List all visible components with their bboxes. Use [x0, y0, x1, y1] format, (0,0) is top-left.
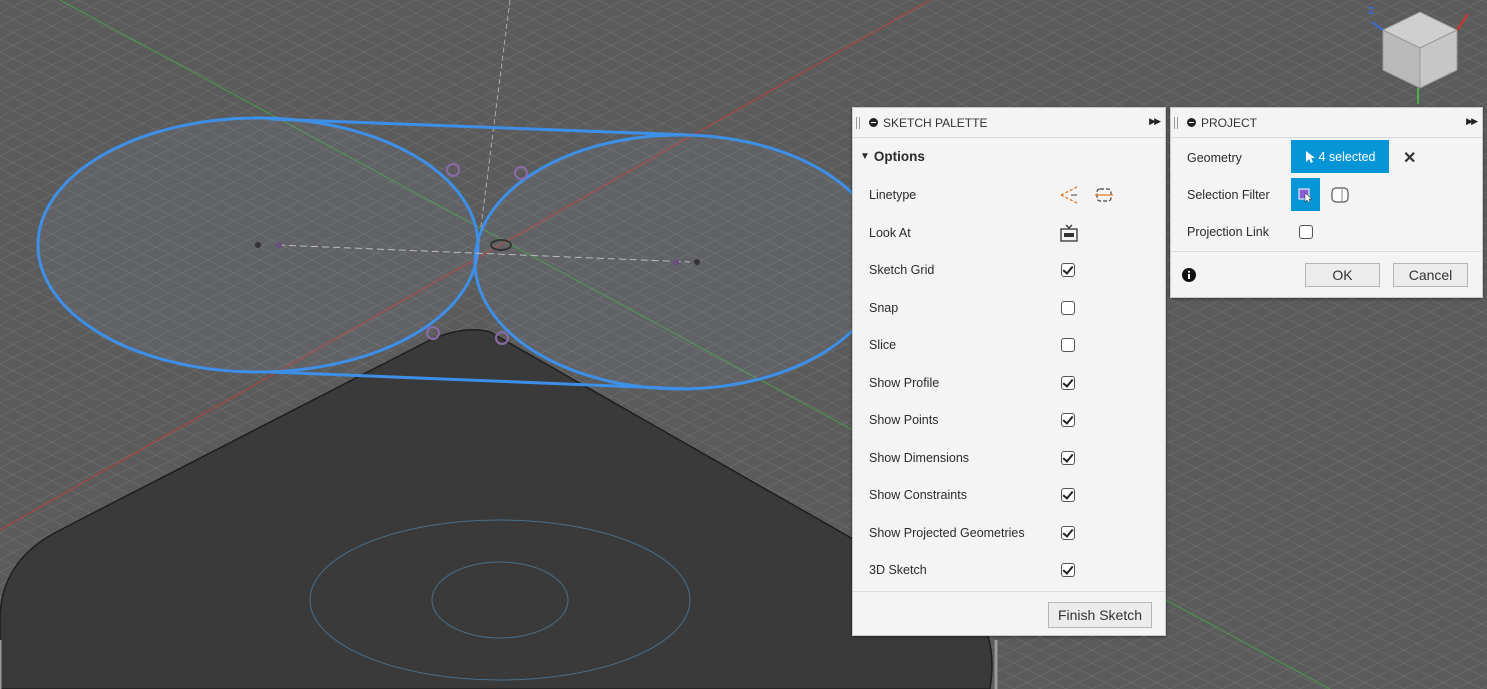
expand-panel-icon[interactable]: ▶▶ — [1149, 116, 1161, 127]
divider — [853, 591, 1165, 592]
selection-filter-label: Selection Filter — [1187, 188, 1270, 202]
sketch-palette-title: SKETCH PALETTE — [883, 115, 988, 130]
project-dialog: PROJECT ▶▶ Geometry 4 selected ✕ Selecti… — [1170, 107, 1483, 298]
triangle-down-icon: ▼ — [860, 150, 870, 162]
filter-body-icon[interactable] — [1291, 178, 1320, 211]
divider — [1171, 251, 1482, 252]
option-slice-label: Slice — [869, 338, 897, 352]
show-constraints-checkbox[interactable] — [1061, 488, 1075, 502]
option-3d-sketch-label: 3D Sketch — [869, 563, 927, 577]
show-profile-checkbox[interactable] — [1061, 376, 1075, 390]
grip-handle-icon[interactable] — [856, 116, 860, 129]
projection-link-checkbox[interactable] — [1299, 225, 1313, 239]
look-at-icon[interactable] — [1060, 223, 1078, 243]
option-look-at-label: Look At — [869, 226, 911, 240]
project-dialog-header[interactable]: PROJECT ▶▶ — [1171, 108, 1482, 138]
option-show-dimensions-label: Show Dimensions — [869, 451, 970, 465]
options-section-header[interactable]: ▼ Options — [853, 138, 1165, 174]
projection-link-label: Projection Link — [1187, 225, 1269, 239]
finish-sketch-button[interactable]: Finish Sketch — [1048, 602, 1152, 628]
option-show-profile-label: Show Profile — [869, 376, 940, 390]
geometry-label: Geometry — [1187, 151, 1242, 165]
ok-button[interactable]: OK — [1305, 263, 1380, 287]
collapse-icon[interactable] — [1187, 118, 1196, 127]
geometry-selection-button[interactable]: 4 selected — [1291, 140, 1389, 173]
option-show-projected-geometries-label: Show Projected Geometries — [869, 526, 1025, 540]
grip-handle-icon[interactable] — [1174, 116, 1178, 129]
show-points-checkbox[interactable] — [1061, 413, 1075, 427]
option-show-constraints-label: Show Constraints — [869, 488, 967, 502]
cursor-select-icon — [1305, 150, 1315, 163]
linetype-construction-icon[interactable] — [1059, 185, 1079, 205]
expand-panel-icon[interactable]: ▶▶ — [1466, 116, 1478, 127]
option-snap-label: Snap — [869, 301, 899, 315]
option-sketch-grid-label: Sketch Grid — [869, 263, 935, 277]
show-projected-geometries-checkbox[interactable] — [1061, 526, 1075, 540]
info-icon[interactable] — [1182, 268, 1196, 282]
geometry-selection-value: 4 selected — [1318, 149, 1376, 164]
project-title: PROJECT — [1201, 115, 1258, 130]
cancel-button[interactable]: Cancel — [1393, 263, 1468, 287]
snap-checkbox[interactable] — [1061, 301, 1075, 315]
sketch-palette: SKETCH PALETTE ▶▶ ▼ Options Linetype Loo… — [852, 107, 1166, 636]
collapse-icon[interactable] — [869, 118, 878, 127]
option-show-points-label: Show Points — [869, 413, 939, 427]
clear-x-icon[interactable]: ✕ — [1403, 148, 1416, 168]
filter-solid-icon[interactable] — [1330, 186, 1350, 204]
sketch-palette-header[interactable]: SKETCH PALETTE ▶▶ — [853, 108, 1165, 138]
slice-checkbox[interactable] — [1061, 338, 1075, 352]
show-dimensions-checkbox[interactable] — [1061, 451, 1075, 465]
options-section-label: Options — [873, 148, 925, 164]
3d-sketch-checkbox[interactable] — [1061, 563, 1075, 577]
option-linetype-label: Linetype — [869, 188, 917, 202]
linetype-centerline-icon[interactable] — [1094, 185, 1114, 205]
sketch-grid-checkbox[interactable] — [1061, 263, 1075, 277]
canvas-viewport[interactable] — [0, 0, 1487, 689]
view-cube-axis-z-label: Z — [1368, 6, 1375, 17]
